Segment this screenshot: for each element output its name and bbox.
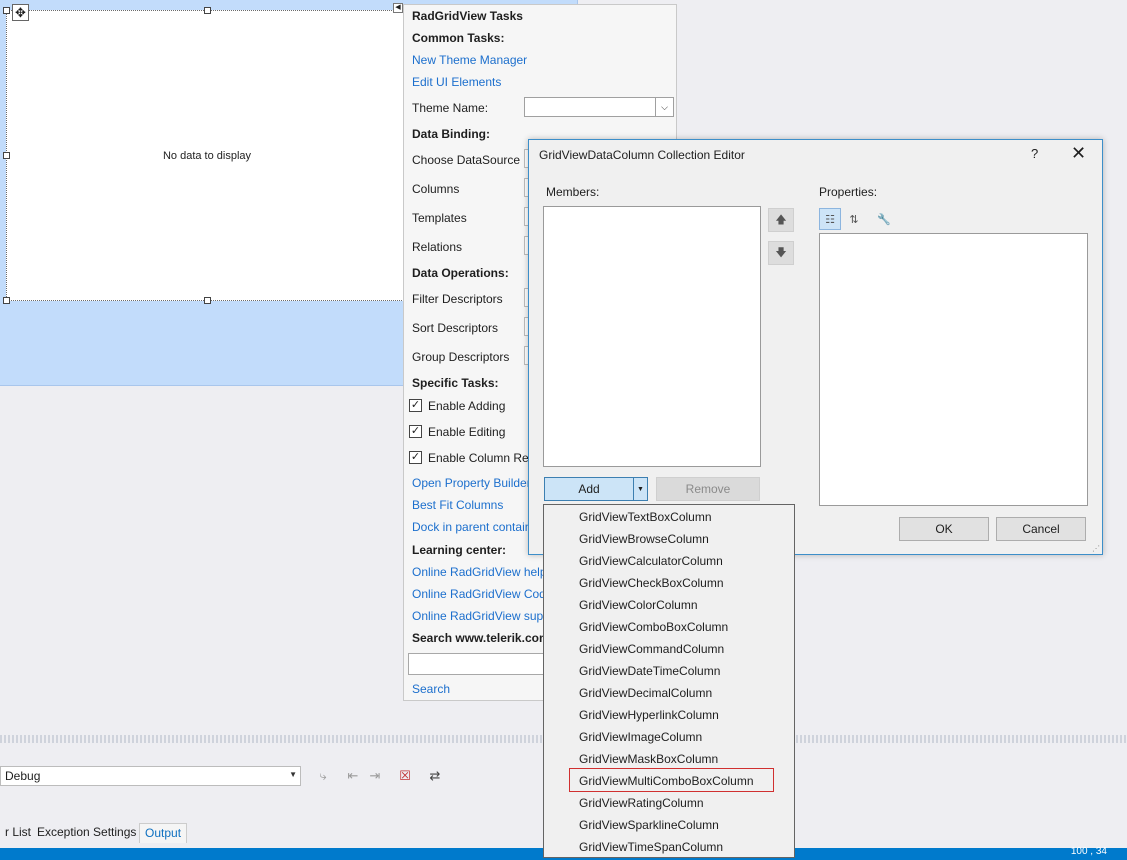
data-binding-header: Data Binding: xyxy=(412,127,490,141)
search-header: Search www.telerik.com xyxy=(412,631,550,645)
help-icon[interactable]: ? xyxy=(1031,146,1038,161)
tab-output[interactable]: Output xyxy=(139,823,188,843)
columns-label: Columns xyxy=(412,182,460,196)
relations-label: Relations xyxy=(412,240,463,254)
enable-column-reorder-checkbox[interactable]: ✓ xyxy=(409,451,422,464)
configuration-value: Debug xyxy=(5,769,41,783)
tab-exception-settings[interactable]: Exception Settings xyxy=(32,823,141,843)
chevron-down-icon[interactable]: ▼ xyxy=(289,770,297,779)
filter-descriptors-label: Filter Descriptors xyxy=(412,292,503,306)
menu-item[interactable]: GridViewBrowseColumn xyxy=(579,528,709,550)
move-handle-icon[interactable]: ✥ xyxy=(12,4,29,21)
new-theme-manager-link[interactable]: New Theme Manager xyxy=(412,53,527,67)
move-down-icon[interactable]: 🡇 xyxy=(768,241,794,265)
sort-descriptors-label: Sort Descriptors xyxy=(412,321,499,335)
common-tasks-header: Common Tasks: xyxy=(412,31,505,45)
menu-item[interactable]: GridViewRatingColumn xyxy=(579,792,704,814)
online-help-link[interactable]: Online RadGridView help xyxy=(412,565,547,579)
move-up-icon[interactable]: 🡅 xyxy=(768,208,794,232)
open-property-builder-link[interactable]: Open Property Builder xyxy=(412,476,531,490)
enable-editing-label: Enable Editing xyxy=(428,425,506,439)
enable-adding-checkbox[interactable]: ✓ xyxy=(409,399,422,412)
status-text: 100 , 34 xyxy=(1070,846,1107,857)
property-pages-icon[interactable]: 🔧 xyxy=(873,208,895,230)
resize-handle-top[interactable] xyxy=(204,7,211,14)
telerik-search-input[interactable] xyxy=(408,653,558,675)
radgridview-control[interactable]: No data to display xyxy=(6,10,408,301)
best-fit-columns-link[interactable]: Best Fit Columns xyxy=(412,498,503,512)
group-descriptors-label: Group Descriptors xyxy=(412,350,510,364)
smart-tag-icon[interactable]: ◀ xyxy=(393,3,403,13)
toggle-wrap-icon[interactable]: ⇄ xyxy=(426,767,444,785)
resize-grip-icon[interactable]: ⋰ xyxy=(1092,544,1100,553)
enable-adding-label: Enable Adding xyxy=(428,399,506,413)
online-code-link[interactable]: Online RadGridView Code xyxy=(412,587,553,601)
theme-name-value xyxy=(525,100,529,114)
menu-item[interactable]: GridViewImageColumn xyxy=(579,726,702,748)
edit-ui-elements-link[interactable]: Edit UI Elements xyxy=(412,75,501,89)
menu-item[interactable]: GridViewCalculatorColumn xyxy=(579,550,723,572)
clear-all-icon[interactable]: ☒ xyxy=(396,767,414,785)
chevron-down-icon[interactable]: ▼ xyxy=(633,478,647,500)
menu-item-multicombobox[interactable]: GridViewMultiComboBoxColumn xyxy=(579,770,754,792)
specific-tasks-header: Specific Tasks: xyxy=(412,376,499,390)
members-label: Members: xyxy=(546,185,600,199)
choose-datasource-label: Choose DataSource xyxy=(412,153,521,167)
alphabetical-icon[interactable]: ⇅ xyxy=(843,208,865,230)
menu-item[interactable]: GridViewSparklineColumn xyxy=(579,814,719,836)
tasks-panel-title: RadGridView Tasks xyxy=(412,9,523,23)
menu-item[interactable]: GridViewCheckBoxColumn xyxy=(579,572,724,594)
theme-name-label: Theme Name: xyxy=(412,101,489,115)
no-data-text: No data to display xyxy=(162,149,252,162)
add-column-dropdown: GridViewTextBoxColumn GridViewBrowseColu… xyxy=(543,504,795,858)
menu-item[interactable]: GridViewCommandColumn xyxy=(579,638,724,660)
theme-name-combo[interactable]: ⌵ xyxy=(524,97,674,117)
menu-item[interactable]: GridViewMaskBoxColumn xyxy=(579,748,718,770)
enable-editing-checkbox[interactable]: ✓ xyxy=(409,425,422,438)
collection-editor-dialog: GridViewDataColumn Collection Editor ? ✕… xyxy=(528,139,1103,555)
menu-item[interactable]: GridViewTextBoxColumn xyxy=(579,506,712,528)
members-list[interactable] xyxy=(543,206,761,467)
search-link[interactable]: Search xyxy=(412,682,450,696)
close-icon[interactable]: ✕ xyxy=(1071,143,1086,163)
online-support-link[interactable]: Online RadGridView supp xyxy=(412,609,550,623)
menu-item[interactable]: GridViewDecimalColumn xyxy=(579,682,712,704)
learning-center-header: Learning center: xyxy=(412,543,507,557)
dock-in-parent-link[interactable]: Dock in parent contain xyxy=(412,520,531,534)
enable-column-reorder-label: Enable Column Rec xyxy=(428,451,535,465)
categorized-icon[interactable]: ☷ xyxy=(819,208,841,230)
menu-item[interactable]: GridViewHyperlinkColumn xyxy=(579,704,719,726)
resize-handle-bottom[interactable] xyxy=(204,297,211,304)
data-operations-header: Data Operations: xyxy=(412,266,509,280)
chevron-down-icon[interactable]: ⌵ xyxy=(655,98,673,116)
menu-item[interactable]: GridViewComboBoxColumn xyxy=(579,616,728,638)
ok-button[interactable]: OK xyxy=(899,517,989,541)
menu-gutter xyxy=(545,505,570,857)
menu-item[interactable]: GridViewDateTimeColumn xyxy=(579,660,720,682)
resize-handle-left[interactable] xyxy=(3,152,10,159)
step-icon[interactable]: ⤷ xyxy=(314,767,332,785)
dialog-title: GridViewDataColumn Collection Editor xyxy=(539,148,745,162)
remove-button[interactable]: Remove xyxy=(656,477,760,501)
properties-label: Properties: xyxy=(819,185,878,199)
cancel-button[interactable]: Cancel xyxy=(996,517,1086,541)
outdent-icon[interactable]: ⇥ xyxy=(366,767,384,785)
templates-label: Templates xyxy=(412,211,467,225)
resize-handle-top-left[interactable] xyxy=(3,7,10,14)
indent-icon[interactable]: ⇤ xyxy=(344,767,362,785)
configuration-combo[interactable]: Debug ▼ xyxy=(0,766,301,786)
tab-error-list[interactable]: r List xyxy=(0,823,36,843)
add-button[interactable]: Add xyxy=(545,478,633,500)
menu-item[interactable]: GridViewColorColumn xyxy=(579,594,698,616)
menu-item[interactable]: GridViewTimeSpanColumn xyxy=(579,836,723,858)
properties-grid[interactable] xyxy=(819,233,1088,506)
resize-handle-bottom-left[interactable] xyxy=(3,297,10,304)
add-split-button[interactable]: Add ▼ xyxy=(544,477,648,501)
